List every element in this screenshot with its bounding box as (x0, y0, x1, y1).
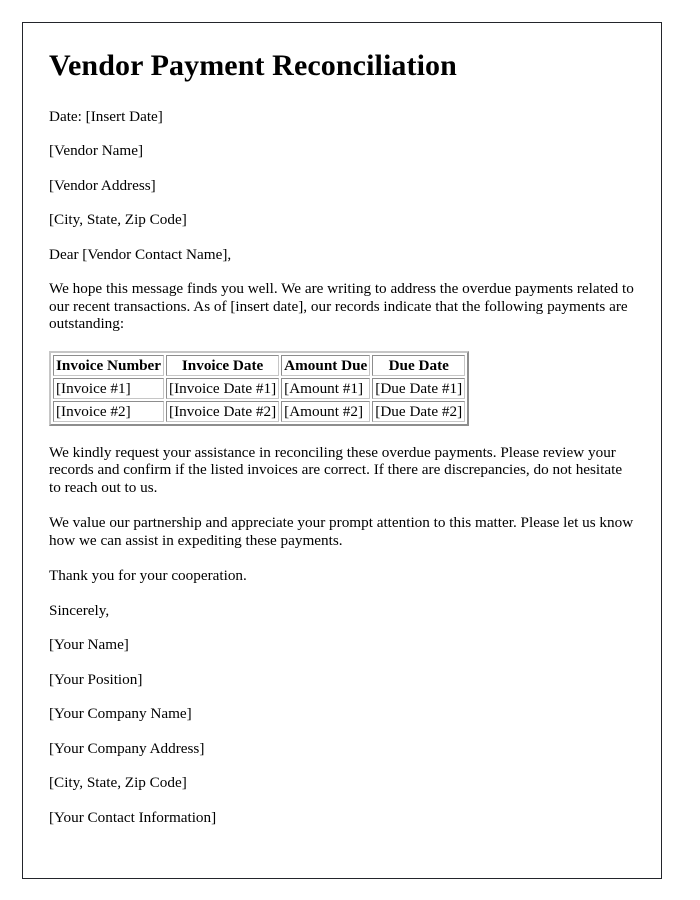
column-header-invoice-date: Invoice Date (166, 354, 280, 376)
table-row: [Invoice #2] [Invoice Date #2] [Amount #… (53, 400, 466, 422)
cell-due-date-1: [Due Date #1] (372, 377, 466, 399)
salutation-line: Dear [Vendor Contact Name], (49, 245, 232, 263)
invoice-table-body: [Invoice #1] [Invoice Date #1] [Amount #… (53, 377, 466, 422)
cell-invoice-number-2: [Invoice #2] (53, 400, 165, 422)
invoice-table-head: Invoice Number Invoice Date Amount Due D… (53, 354, 466, 376)
table-row: [Invoice #1] [Invoice Date #1] [Amount #… (53, 377, 466, 399)
signature-your-contact-information: [Your Contact Information] (49, 808, 217, 826)
invoice-table: Invoice Number Invoice Date Amount Due D… (49, 350, 470, 426)
page-title: Vendor Payment Reconciliation (49, 49, 457, 82)
table-header-row: Invoice Number Invoice Date Amount Due D… (53, 354, 466, 376)
signature-your-company-address: [Your Company Address] (49, 739, 205, 757)
column-header-due-date: Due Date (372, 354, 466, 376)
request-paragraph: We kindly request your assistance in rec… (49, 443, 623, 496)
document-body: Vendor Payment Reconciliation Date: [Ins… (23, 23, 661, 826)
vendor-name-line: [Vendor Name] (49, 142, 144, 159)
cell-invoice-date-2: [Invoice Date #2] (166, 400, 280, 422)
cell-amount-due-1: [Amount #1] (281, 377, 371, 399)
document-page: Vendor Payment Reconciliation Date: [Ins… (22, 22, 662, 879)
closing-line: Sincerely, (49, 601, 110, 619)
cell-invoice-date-1: [Invoice Date #1] (166, 377, 280, 399)
column-header-amount-due: Amount Due (281, 354, 371, 376)
column-header-invoice-number: Invoice Number (53, 354, 165, 376)
cell-due-date-2: [Due Date #2] (372, 400, 466, 422)
value-paragraph: We value our partnership and appreciate … (49, 514, 634, 549)
thanks-paragraph: Thank you for your cooperation. (49, 567, 247, 584)
signature-your-company-name: [Your Company Name] (49, 705, 192, 722)
vendor-city-state-zip-line: [City, State, Zip Code] (49, 211, 187, 228)
signature-your-position: [Your Position] (49, 670, 143, 688)
signature-your-name: [Your Name] (49, 636, 129, 653)
vendor-address-line: [Vendor Address] (49, 176, 156, 194)
date-line: Date: [Insert Date] (49, 107, 163, 125)
signature-your-city-state-zip: [City, State, Zip Code] (49, 774, 187, 791)
cell-invoice-number-1: [Invoice #1] (53, 377, 165, 399)
intro-paragraph: We hope this message finds you well. We … (49, 280, 634, 332)
cell-amount-due-2: [Amount #2] (281, 400, 371, 422)
